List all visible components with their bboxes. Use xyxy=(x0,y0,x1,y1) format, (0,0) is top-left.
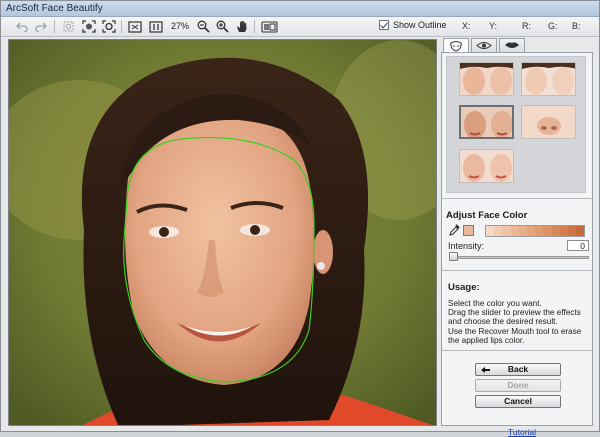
face-color-panel: Adjust Face Color Intensity: 0 Usage: Se… xyxy=(441,52,593,437)
preset-thumbnail-selected[interactable] xyxy=(459,105,514,139)
adjust-face-color-title: Adjust Face Color xyxy=(446,210,528,221)
lips-icon xyxy=(505,42,519,48)
detect-face-icon[interactable] xyxy=(81,19,96,34)
zoom-out-icon[interactable] xyxy=(196,19,210,34)
intensity-slider-track[interactable] xyxy=(449,256,589,259)
tab-eye[interactable] xyxy=(471,38,497,52)
done-button-label: Done xyxy=(507,380,529,390)
color-swatch[interactable] xyxy=(486,226,495,236)
usage-line: Drag the slider to preview the effects a… xyxy=(448,308,581,327)
compare-icon[interactable] xyxy=(260,19,278,34)
color-swatch[interactable] xyxy=(502,226,511,236)
zoom-level: 27% xyxy=(171,21,190,31)
coord-x-label: X: xyxy=(462,21,471,31)
cancel-button[interactable]: Cancel xyxy=(475,395,561,408)
show-outline-label: Show Outline xyxy=(393,20,447,30)
tab-face[interactable] xyxy=(443,38,469,53)
coord-r-label: R: xyxy=(522,21,531,31)
color-palette[interactable] xyxy=(485,225,586,237)
show-outline-toggle[interactable]: Show Outline xyxy=(379,20,447,30)
color-swatch[interactable] xyxy=(510,226,519,236)
preset-thumbnail[interactable] xyxy=(459,149,514,183)
section-divider xyxy=(442,350,592,351)
toolbar-divider xyxy=(254,20,255,33)
fit-window-icon[interactable] xyxy=(127,19,142,34)
preset-thumbnail[interactable] xyxy=(521,62,576,96)
color-swatch[interactable] xyxy=(551,226,560,236)
usage-line: Use the Recover Mouth tool to erase the … xyxy=(448,326,582,345)
feature-tabs xyxy=(441,38,593,53)
toolbar-divider xyxy=(54,20,55,33)
toolbar: 27% Show Outline X: Y: R: G: B: xyxy=(1,17,599,37)
coord-b-label: B: xyxy=(572,21,581,31)
preset-thumbnails xyxy=(446,56,586,193)
reset-face-icon[interactable] xyxy=(101,19,116,34)
done-button[interactable]: Done xyxy=(475,379,561,392)
portrait-photo xyxy=(9,40,436,425)
preset-thumbnail[interactable] xyxy=(521,105,576,139)
select-face-icon[interactable] xyxy=(61,19,75,34)
show-outline-checkbox[interactable] xyxy=(379,20,389,30)
color-swatch[interactable] xyxy=(543,226,552,236)
app-window: ArcSoft Face Beautify 27% Show Outline X… xyxy=(0,0,600,437)
window-title: ArcSoft Face Beautify xyxy=(6,3,103,14)
tutorial-link[interactable]: Tutorial xyxy=(508,427,536,437)
intensity-label: Intensity: xyxy=(448,241,485,251)
color-swatch[interactable] xyxy=(518,226,527,236)
back-button-label: Back xyxy=(507,364,529,374)
usage-instructions: Select the color you want. Drag the slide… xyxy=(448,299,590,345)
usage-line: Select the color you want. xyxy=(448,299,542,308)
current-color-swatch xyxy=(463,225,474,236)
undo-icon[interactable] xyxy=(15,19,29,34)
title-bar: ArcSoft Face Beautify xyxy=(1,1,599,17)
color-swatch[interactable] xyxy=(494,226,503,236)
usage-title: Usage: xyxy=(448,282,480,293)
intensity-slider-handle[interactable] xyxy=(449,252,458,261)
back-arrow-icon xyxy=(481,367,490,373)
eye-icon xyxy=(476,42,492,49)
intensity-value-field[interactable]: 0 xyxy=(567,240,589,251)
cancel-button-label: Cancel xyxy=(504,396,532,406)
color-swatch[interactable] xyxy=(559,226,568,236)
eyedropper-icon[interactable] xyxy=(449,224,460,239)
color-swatch[interactable] xyxy=(526,226,536,236)
zoom-in-icon[interactable] xyxy=(215,19,229,34)
section-divider xyxy=(442,198,592,199)
color-swatch[interactable] xyxy=(567,226,577,236)
side-panel: Adjust Face Color Intensity: 0 Usage: Se… xyxy=(441,38,593,437)
toolbar-divider xyxy=(121,20,122,33)
redo-icon[interactable] xyxy=(34,19,48,34)
color-swatch[interactable] xyxy=(576,226,585,236)
coord-y-label: Y: xyxy=(489,21,498,31)
preset-thumbnail[interactable] xyxy=(459,62,514,96)
pan-hand-icon[interactable] xyxy=(235,19,249,34)
tab-lips[interactable] xyxy=(499,38,525,52)
face-icon xyxy=(450,40,462,52)
section-divider xyxy=(442,270,592,271)
color-swatch[interactable] xyxy=(535,226,544,236)
photo-canvas[interactable] xyxy=(8,39,437,426)
coord-g-label: G: xyxy=(548,21,558,31)
back-button[interactable]: Back xyxy=(475,363,561,376)
actual-size-icon[interactable] xyxy=(148,19,163,34)
